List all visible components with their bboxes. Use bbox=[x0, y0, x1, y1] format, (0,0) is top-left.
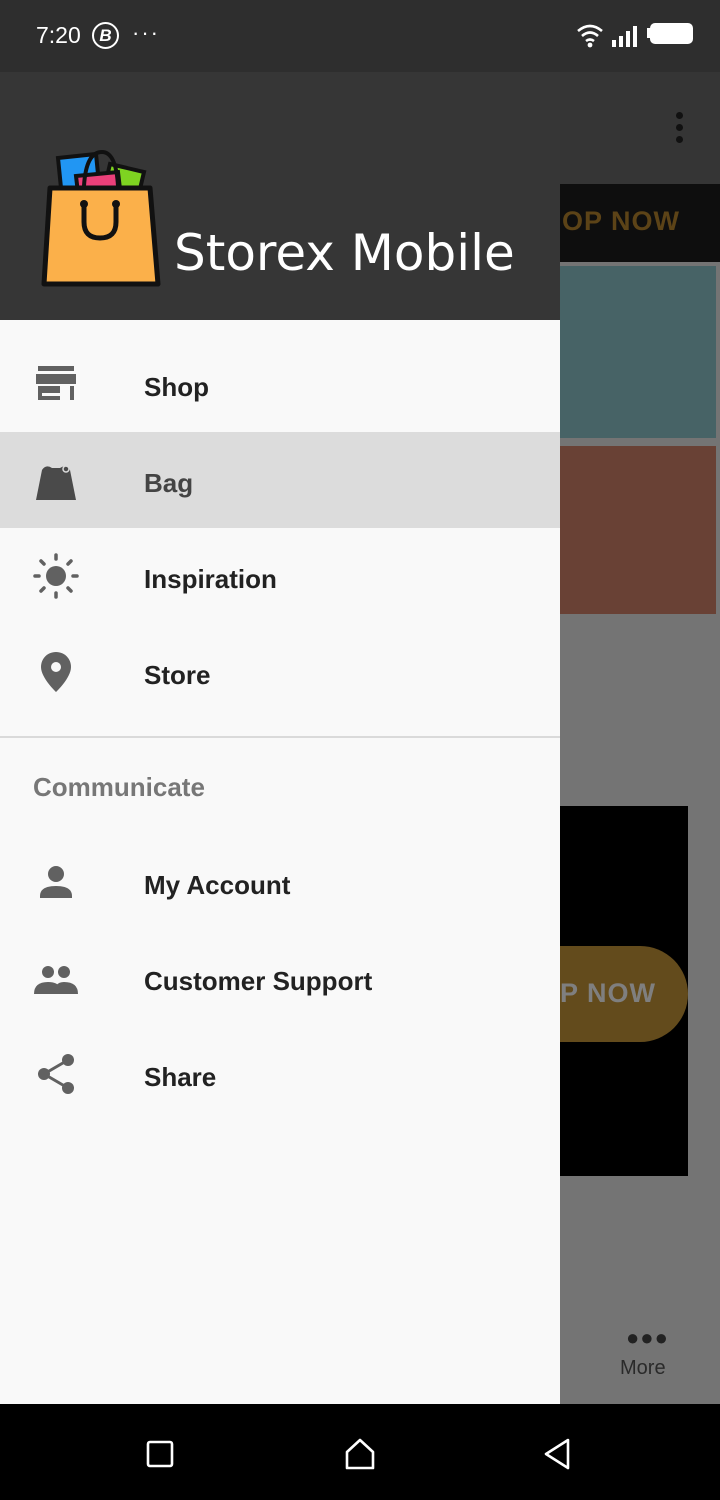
drawer-item-label: Customer Support bbox=[144, 966, 373, 996]
store-icon bbox=[36, 366, 76, 400]
share-icon bbox=[38, 1054, 74, 1094]
drawer-item-label: Store bbox=[144, 660, 211, 690]
status-bar: 7:20 B ··· bbox=[0, 0, 720, 72]
status-more-notifications: ··· bbox=[132, 20, 160, 45]
drawer-item-label: Bag bbox=[144, 468, 194, 498]
drawer-item-inspiration[interactable]: Inspiration bbox=[0, 528, 560, 624]
wifi-icon bbox=[577, 24, 603, 48]
status-time: 7:20 bbox=[36, 22, 81, 48]
drawer-item-label: My Account bbox=[144, 870, 291, 900]
section-title: Communicate bbox=[33, 772, 205, 802]
drawer-item-customer-support[interactable]: Customer Support bbox=[0, 930, 560, 1026]
person-icon bbox=[40, 866, 72, 898]
drawer-header: Storex Mobile bbox=[0, 72, 560, 320]
status-icons bbox=[577, 23, 693, 48]
recent-apps-icon[interactable] bbox=[140, 1434, 180, 1474]
brightness-icon bbox=[33, 553, 79, 599]
drawer-divider bbox=[0, 736, 560, 738]
drawer-item-label: Shop bbox=[144, 372, 209, 402]
shopping-bag-logo-icon bbox=[41, 149, 161, 287]
bag-icon bbox=[36, 465, 76, 500]
drawer-item-my-account[interactable]: My Account bbox=[0, 834, 560, 930]
system-nav-bar bbox=[0, 1404, 720, 1500]
drawer-item-bag[interactable]: Bag bbox=[0, 432, 560, 528]
battery-icon bbox=[647, 23, 693, 44]
location-pin-icon bbox=[41, 652, 71, 692]
people-icon bbox=[34, 966, 78, 994]
drawer-item-label: Inspiration bbox=[144, 564, 277, 594]
drawer-item-shop[interactable]: Shop bbox=[0, 336, 560, 432]
status-b-badge: B bbox=[92, 22, 119, 49]
home-icon[interactable] bbox=[340, 1434, 380, 1474]
drawer-item-label: Share bbox=[144, 1062, 217, 1092]
navigation-drawer: Storex Mobile Shop Bag Inspiration Store… bbox=[0, 72, 560, 1404]
app-title: Storex Mobile bbox=[174, 224, 515, 282]
back-icon[interactable] bbox=[538, 1434, 578, 1474]
drawer-item-share[interactable]: Share bbox=[0, 1026, 560, 1122]
drawer-item-store[interactable]: Store bbox=[0, 624, 560, 720]
signal-icon bbox=[612, 26, 637, 47]
